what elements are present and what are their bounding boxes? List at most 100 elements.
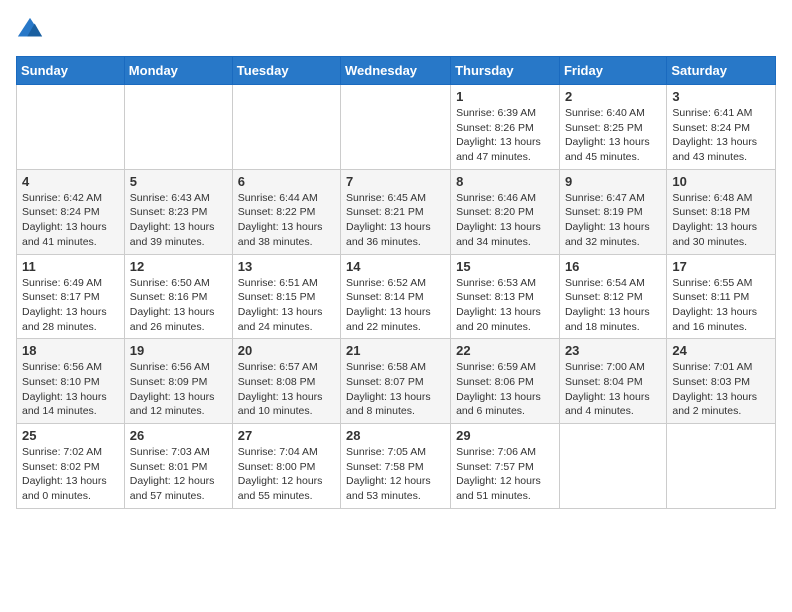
day-number: 9 (565, 174, 661, 189)
day-number: 25 (22, 428, 119, 443)
calendar-cell: 12 Sunrise: 6:50 AMSunset: 8:16 PMDayligh… (124, 254, 232, 339)
calendar-week-3: 11 Sunrise: 6:49 AMSunset: 8:17 PMDayligh… (17, 254, 776, 339)
calendar-header-wednesday: Wednesday (341, 57, 451, 85)
calendar-cell: 6 Sunrise: 6:44 AMSunset: 8:22 PMDaylight… (232, 169, 340, 254)
calendar-header-sunday: Sunday (17, 57, 125, 85)
calendar-cell: 29 Sunrise: 7:06 AMSunset: 7:57 PMDayligh… (451, 424, 560, 509)
day-number: 26 (130, 428, 227, 443)
day-info: Sunrise: 7:05 AMSunset: 7:58 PMDaylight:… (346, 445, 445, 504)
day-info: Sunrise: 6:52 AMSunset: 8:14 PMDaylight:… (346, 276, 445, 335)
logo (16, 16, 48, 44)
day-number: 15 (456, 259, 554, 274)
day-info: Sunrise: 6:45 AMSunset: 8:21 PMDaylight:… (346, 191, 445, 250)
calendar-cell: 22 Sunrise: 6:59 AMSunset: 8:06 PMDayligh… (451, 339, 560, 424)
day-number: 23 (565, 343, 661, 358)
calendar-table: SundayMondayTuesdayWednesdayThursdayFrid… (16, 56, 776, 509)
day-info: Sunrise: 6:43 AMSunset: 8:23 PMDaylight:… (130, 191, 227, 250)
calendar-cell: 4Sunrise: 6:42 AMSunset: 8:24 PMDaylight… (17, 169, 125, 254)
calendar-header-row: SundayMondayTuesdayWednesdayThursdayFrid… (17, 57, 776, 85)
calendar-cell: 27 Sunrise: 7:04 AMSunset: 8:00 PMDayligh… (232, 424, 340, 509)
day-number: 1 (456, 89, 554, 104)
day-number: 6 (238, 174, 335, 189)
day-info: Sunrise: 7:02 AMSunset: 8:02 PMDaylight:… (22, 445, 119, 504)
day-info: Sunrise: 6:55 AMSunset: 8:11 PMDaylight:… (672, 276, 770, 335)
calendar-header-monday: Monday (124, 57, 232, 85)
calendar-cell: 26 Sunrise: 7:03 AMSunset: 8:01 PMDayligh… (124, 424, 232, 509)
day-info: Sunrise: 6:57 AMSunset: 8:08 PMDaylight:… (238, 360, 335, 419)
calendar-cell: 28 Sunrise: 7:05 AMSunset: 7:58 PMDayligh… (341, 424, 451, 509)
calendar-cell: 24Sunrise: 7:01 AMSunset: 8:03 PMDayligh… (667, 339, 776, 424)
calendar-cell (667, 424, 776, 509)
day-info: Sunrise: 6:56 AMSunset: 8:09 PMDaylight:… (130, 360, 227, 419)
day-number: 16 (565, 259, 661, 274)
calendar-cell (559, 424, 666, 509)
day-info: Sunrise: 6:56 AMSunset: 8:10 PMDaylight:… (22, 360, 119, 419)
day-number: 14 (346, 259, 445, 274)
calendar-cell: 11 Sunrise: 6:49 AMSunset: 8:17 PMDayligh… (17, 254, 125, 339)
calendar-cell: 17Sunrise: 6:55 AMSunset: 8:11 PMDayligh… (667, 254, 776, 339)
day-info: Sunrise: 7:04 AMSunset: 8:00 PMDaylight:… (238, 445, 335, 504)
calendar-cell (232, 85, 340, 170)
day-number: 4 (22, 174, 119, 189)
day-number: 28 (346, 428, 445, 443)
calendar-cell: 25 Sunrise: 7:02 AMSunset: 8:02 PMDayligh… (17, 424, 125, 509)
page-header (16, 16, 776, 44)
calendar-cell (341, 85, 451, 170)
day-info: Sunrise: 6:50 AMSunset: 8:16 PMDaylight:… (130, 276, 227, 335)
day-number: 2 (565, 89, 661, 104)
calendar-header-thursday: Thursday (451, 57, 560, 85)
calendar-cell: 3 Sunrise: 6:41 AMSunset: 8:24 PMDaylight… (667, 85, 776, 170)
calendar-cell: 5 Sunrise: 6:43 AMSunset: 8:23 PMDaylight… (124, 169, 232, 254)
calendar-cell: 9 Sunrise: 6:47 AMSunset: 8:19 PMDaylight… (559, 169, 666, 254)
day-number: 27 (238, 428, 335, 443)
day-number: 29 (456, 428, 554, 443)
logo-icon (16, 16, 44, 44)
day-number: 20 (238, 343, 335, 358)
calendar-cell: 15Sunrise: 6:53 AMSunset: 8:13 PMDayligh… (451, 254, 560, 339)
calendar-header-friday: Friday (559, 57, 666, 85)
day-number: 10 (672, 174, 770, 189)
calendar-cell: 19Sunrise: 6:56 AMSunset: 8:09 PMDayligh… (124, 339, 232, 424)
day-number: 8 (456, 174, 554, 189)
day-number: 12 (130, 259, 227, 274)
day-number: 21 (346, 343, 445, 358)
day-info: Sunrise: 7:00 AMSunset: 8:04 PMDaylight:… (565, 360, 661, 419)
day-info: Sunrise: 7:06 AMSunset: 7:57 PMDaylight:… (456, 445, 554, 504)
day-number: 13 (238, 259, 335, 274)
calendar-cell: 8 Sunrise: 6:46 AMSunset: 8:20 PMDaylight… (451, 169, 560, 254)
calendar-week-2: 4Sunrise: 6:42 AMSunset: 8:24 PMDaylight… (17, 169, 776, 254)
day-info: Sunrise: 6:40 AMSunset: 8:25 PMDaylight:… (565, 106, 661, 165)
calendar-week-5: 25 Sunrise: 7:02 AMSunset: 8:02 PMDayligh… (17, 424, 776, 509)
day-info: Sunrise: 7:03 AMSunset: 8:01 PMDaylight:… (130, 445, 227, 504)
day-info: Sunrise: 6:41 AMSunset: 8:24 PMDaylight:… (672, 106, 770, 165)
day-info: Sunrise: 6:48 AMSunset: 8:18 PMDaylight:… (672, 191, 770, 250)
day-number: 11 (22, 259, 119, 274)
calendar-cell: 2 Sunrise: 6:40 AMSunset: 8:25 PMDaylight… (559, 85, 666, 170)
calendar-week-1: 1 Sunrise: 6:39 AMSunset: 8:26 PMDaylight… (17, 85, 776, 170)
calendar-cell: 21 Sunrise: 6:58 AMSunset: 8:07 PMDayligh… (341, 339, 451, 424)
day-info: Sunrise: 6:51 AMSunset: 8:15 PMDaylight:… (238, 276, 335, 335)
calendar-cell: 10 Sunrise: 6:48 AMSunset: 8:18 PMDayligh… (667, 169, 776, 254)
day-number: 3 (672, 89, 770, 104)
day-info: Sunrise: 6:46 AMSunset: 8:20 PMDaylight:… (456, 191, 554, 250)
calendar-week-4: 18 Sunrise: 6:56 AMSunset: 8:10 PMDayligh… (17, 339, 776, 424)
calendar-cell: 23 Sunrise: 7:00 AMSunset: 8:04 PMDayligh… (559, 339, 666, 424)
day-info: Sunrise: 6:39 AMSunset: 8:26 PMDaylight:… (456, 106, 554, 165)
day-info: Sunrise: 6:47 AMSunset: 8:19 PMDaylight:… (565, 191, 661, 250)
day-number: 7 (346, 174, 445, 189)
calendar-cell: 20 Sunrise: 6:57 AMSunset: 8:08 PMDayligh… (232, 339, 340, 424)
day-info: Sunrise: 6:49 AMSunset: 8:17 PMDaylight:… (22, 276, 119, 335)
day-number: 18 (22, 343, 119, 358)
day-info: Sunrise: 6:59 AMSunset: 8:06 PMDaylight:… (456, 360, 554, 419)
calendar-cell: 16 Sunrise: 6:54 AMSunset: 8:12 PMDayligh… (559, 254, 666, 339)
calendar-cell: 14 Sunrise: 6:52 AMSunset: 8:14 PMDayligh… (341, 254, 451, 339)
calendar-cell: 1 Sunrise: 6:39 AMSunset: 8:26 PMDaylight… (451, 85, 560, 170)
calendar-cell: 7 Sunrise: 6:45 AMSunset: 8:21 PMDaylight… (341, 169, 451, 254)
calendar-cell (17, 85, 125, 170)
day-info: Sunrise: 6:44 AMSunset: 8:22 PMDaylight:… (238, 191, 335, 250)
day-number: 22 (456, 343, 554, 358)
day-number: 5 (130, 174, 227, 189)
day-info: Sunrise: 6:54 AMSunset: 8:12 PMDaylight:… (565, 276, 661, 335)
calendar-cell (124, 85, 232, 170)
day-info: Sunrise: 6:58 AMSunset: 8:07 PMDaylight:… (346, 360, 445, 419)
